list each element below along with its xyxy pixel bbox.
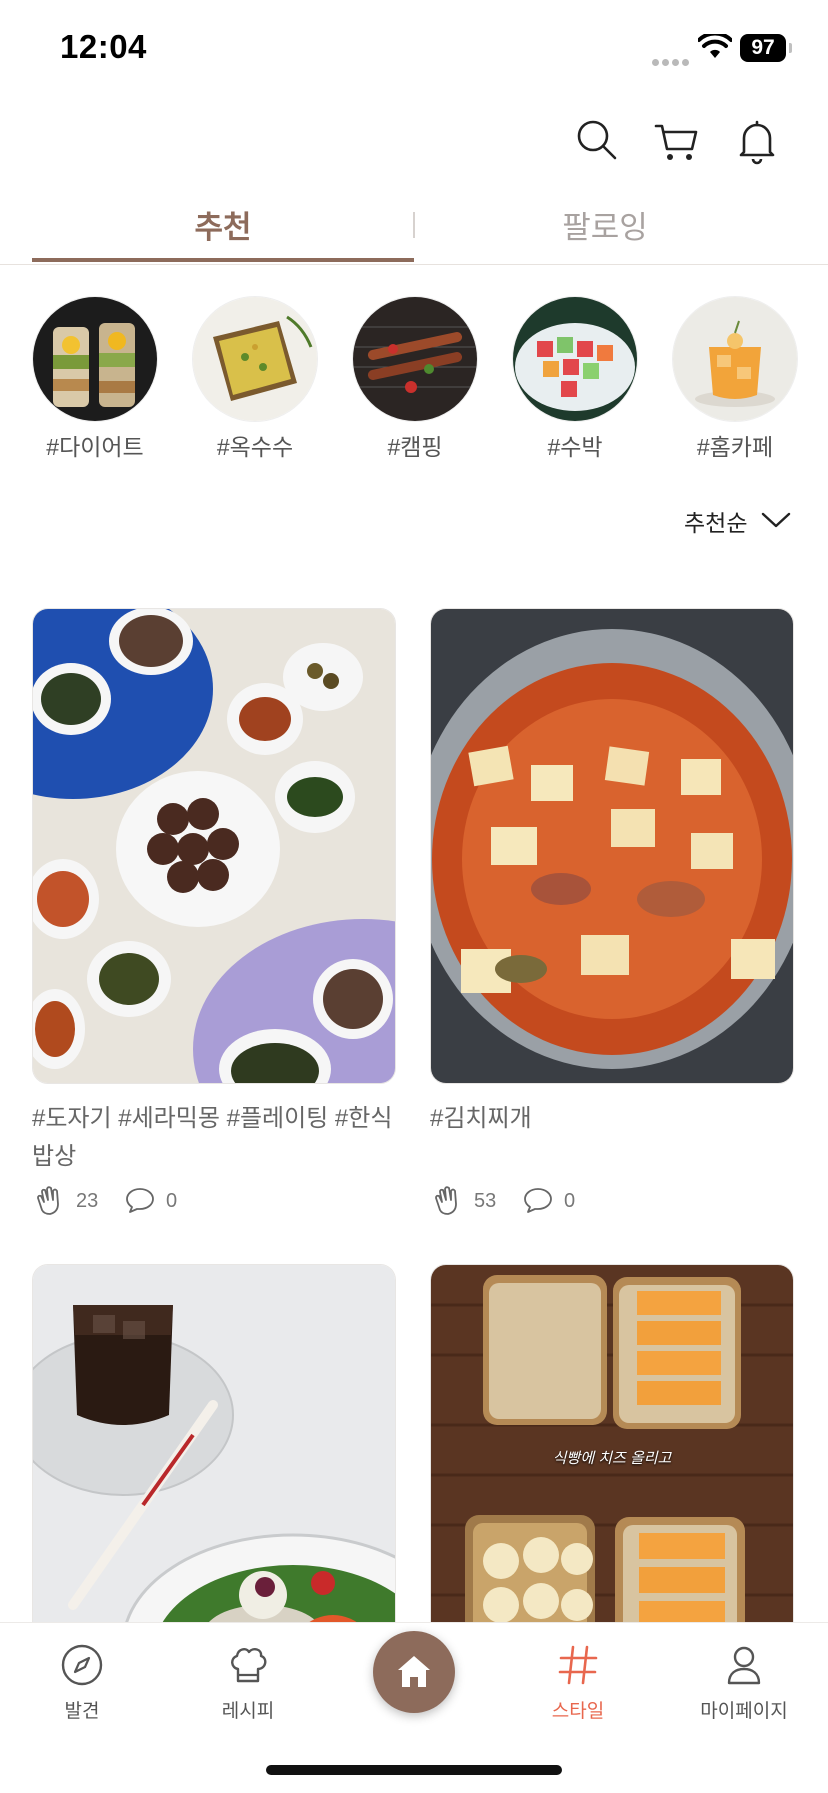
status-bar: 12:04 97 [0,0,828,100]
battery-level: 97 [740,34,786,62]
tag-label: #다이어트 [46,434,144,460]
clap-count: 23 [76,1190,99,1212]
post-stats: 53 0 [430,1184,794,1216]
clap-count: 53 [474,1190,497,1212]
tag-label: #캠핑 [387,434,443,460]
tag-item-diet[interactable]: #다이어트 [32,296,158,462]
sort-dropdown[interactable]: 추천순 [684,504,791,538]
comment-icon[interactable] [522,1186,554,1214]
comment-icon[interactable] [124,1186,156,1214]
status-time: 12:04 [60,28,147,65]
tag-item-watermelon[interactable]: #수박 [512,296,638,462]
tag-item-homecafe[interactable]: #홈카페 [672,296,798,462]
tab-following[interactable]: 팔로잉 [414,202,796,247]
post-card[interactable]: #도자기 #세라믹몽 #플레이팅 #한식밥상 23 0 [32,608,396,1216]
nav-discover[interactable]: 발견 [22,1643,142,1723]
tag-label: #옥수수 [216,434,294,460]
clap-icon[interactable] [432,1184,464,1216]
cellular-signal-icon [652,53,692,66]
post-stats: 23 0 [32,1184,396,1216]
chevron-down-icon [761,512,791,528]
person-icon [727,1646,761,1685]
nav-recipe[interactable]: 레시피 [188,1643,308,1723]
comment-count: 0 [166,1190,178,1212]
clap-icon[interactable] [34,1184,66,1216]
search-icon[interactable] [572,116,622,166]
home-indicator [266,1765,562,1775]
home-icon [398,1656,430,1687]
battery-cap [789,43,792,53]
post-card[interactable]: #김치찌개 53 0 [430,608,794,1216]
cart-icon[interactable] [652,116,702,166]
tag-label: #홈카페 [696,434,774,460]
post-photo[interactable] [32,608,396,1084]
post-caption: #김치찌개 [430,1105,532,1132]
bottom-nav: 발견 레시피 스타일 마이페이지 [0,1622,828,1793]
sort-label: 추천순 [684,510,748,536]
hash-icon [558,1645,598,1685]
nav-label: 스타일 [551,1701,605,1722]
tag-label: #수박 [547,434,603,460]
nav-style[interactable]: 스타일 [518,1643,638,1723]
comment-count: 0 [564,1190,576,1212]
tab-recommended[interactable]: 추천 [32,202,414,247]
nav-home-button[interactable] [373,1631,455,1713]
tag-item-camping[interactable]: #캠핑 [352,296,478,462]
bell-icon[interactable] [732,116,782,166]
nav-mypage[interactable]: 마이페이지 [684,1643,804,1723]
photo-overlay-text: 식빵에 치즈 올리고 [552,1450,672,1467]
tag-item-corn[interactable]: #옥수수 [192,296,318,462]
wifi-icon [698,34,732,58]
nav-label: 레시피 [221,1701,275,1722]
tag-image [192,296,318,422]
tag-image [672,296,798,422]
chef-hat-icon [231,1648,267,1683]
tag-image [32,296,158,422]
nav-label: 마이페이지 [700,1701,788,1722]
compass-icon [61,1644,103,1686]
tag-image [512,296,638,422]
feed-tabs: 추천 팔로잉 [0,190,828,265]
active-tab-indicator [32,258,414,262]
post-caption: #도자기 #세라믹몽 #플레이팅 #한식밥상 [32,1105,393,1170]
nav-label: 발견 [64,1701,100,1722]
post-photo[interactable] [430,608,794,1084]
tag-image [352,296,478,422]
